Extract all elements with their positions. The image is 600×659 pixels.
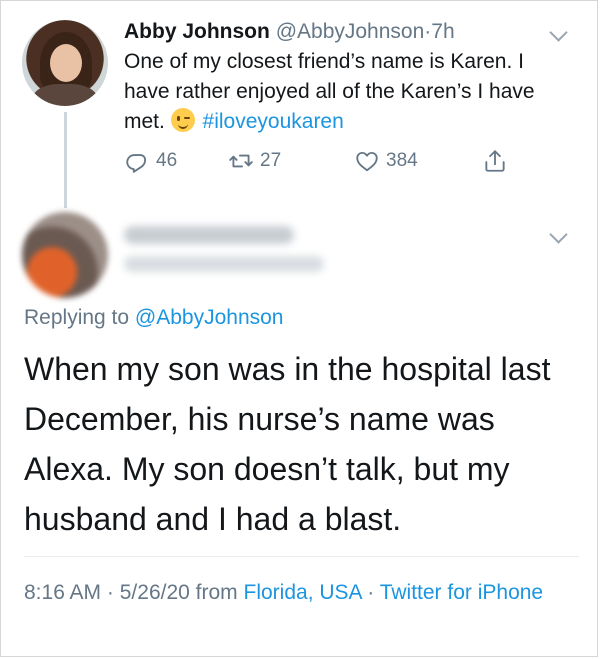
tweet-text: One of my closest friend’s name is Karen… — [124, 47, 574, 137]
tweet-header: Abby Johnson @AbbyJohnson·7h — [124, 18, 455, 46]
share-icon — [485, 150, 505, 172]
reply-date: 5/26/20 from — [119, 581, 238, 604]
like-count: 384 — [386, 150, 418, 171]
footer-separator: · — [106, 581, 114, 604]
client-link[interactable]: Twitter for iPhone — [380, 581, 543, 604]
reply-time[interactable]: 8:16 AM — [24, 581, 101, 604]
replying-handle-link[interactable]: @AbbyJohnson — [135, 306, 284, 329]
share-button[interactable] — [482, 146, 514, 176]
reply-icon — [126, 154, 147, 173]
retweet-button[interactable]: 27 — [228, 146, 281, 176]
avatar-face — [50, 44, 82, 82]
retweet-count: 27 — [260, 150, 282, 171]
tweet-footer: 8:16 AM · 5/26/20 from Florida, USA · Tw… — [24, 577, 579, 609]
timestamp[interactable]: 7h — [431, 20, 454, 43]
handle[interactable]: @AbbyJohnson — [276, 20, 425, 43]
blurred-display-name — [124, 226, 294, 244]
heart-icon — [356, 151, 378, 172]
retweet-icon — [229, 154, 253, 168]
tweet-actions: 46 27 384 — [124, 146, 524, 176]
display-name[interactable]: Abby Johnson — [124, 20, 270, 43]
replying-prefix: Replying to — [24, 306, 130, 329]
like-button[interactable]: 384 — [354, 146, 418, 176]
reply-count: 46 — [156, 150, 178, 171]
thread-line — [64, 112, 67, 208]
reply-button[interactable]: 46 — [124, 146, 177, 176]
blurred-handle — [124, 256, 324, 272]
divider — [24, 556, 579, 557]
location-link[interactable]: Florida, USA — [244, 581, 362, 604]
reply-text: When my son was in the hospital last Dec… — [24, 351, 551, 537]
footer-separator: · — [367, 581, 375, 604]
avatar[interactable] — [22, 20, 108, 106]
avatar-body — [32, 84, 98, 106]
hashtag-link[interactable]: #iloveyoukaren — [203, 110, 344, 133]
reply-avatar-blurred[interactable] — [22, 212, 108, 298]
winking-face-icon — [170, 108, 195, 132]
replying-to: Replying to @AbbyJohnson — [24, 306, 284, 330]
